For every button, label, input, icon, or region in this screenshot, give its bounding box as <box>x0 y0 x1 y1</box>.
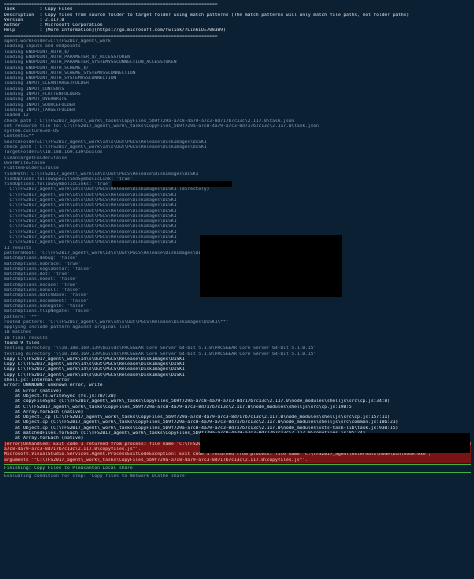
log-lines: ========================================… <box>4 2 471 442</box>
redaction-box <box>112 181 232 187</box>
redaction-box <box>200 433 470 453</box>
separator-line <box>4 463 471 465</box>
redaction-box <box>200 235 342 297</box>
evaluating-line: Evaluating condition for step: 'Copy fil… <box>4 474 188 480</box>
error-line: arguments '"C:\TFS2017_agent\_work\_task… <box>4 457 308 463</box>
build-log-console: ========================================… <box>0 0 474 579</box>
separator-line <box>4 472 471 474</box>
finishing-line: Finishing: Copy Files to Pleasanton Loca… <box>4 465 133 471</box>
